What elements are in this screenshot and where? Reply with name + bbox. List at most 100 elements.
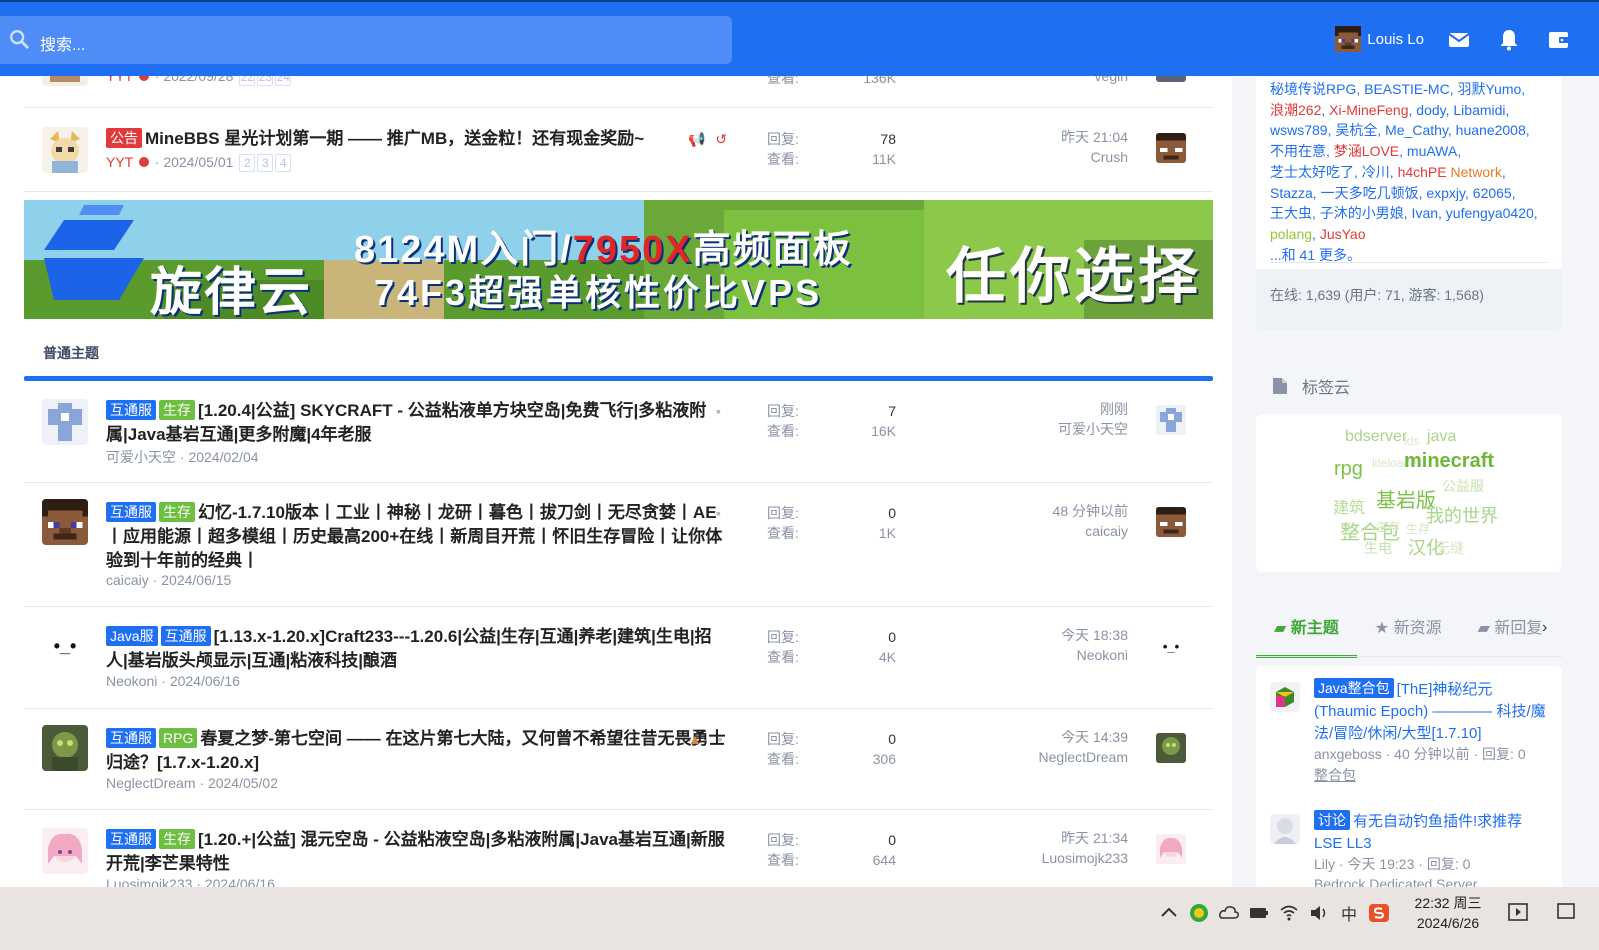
new-thread-item[interactable]: Java整合包 [ThE]神秘纪元 (Thaumic Epoch) ———— 科技… <box>1270 678 1550 798</box>
last-poster[interactable]: caicaiy <box>964 521 1128 541</box>
thread-prefix[interactable]: 互通服 <box>106 502 156 522</box>
member-link[interactable]: , dody, Libamidi, <box>1409 102 1510 118</box>
notification-icon[interactable] <box>1555 901 1577 923</box>
tag-link[interactable]: 公益服 <box>1442 476 1484 496</box>
speaker-icon[interactable] <box>1308 902 1330 924</box>
thread-title[interactable]: 互通服 生存 [1.20.4|公益] SKYCRAFT - 公益粘液单方块空岛|免费… <box>106 399 728 447</box>
user-menu[interactable]: Louis Lo <box>1335 26 1424 52</box>
tag-link[interactable]: bdserver <box>1345 428 1407 446</box>
member-link[interactable]: , <box>1502 164 1506 180</box>
member-link[interactable]: polang <box>1270 226 1312 242</box>
bell-icon[interactable] <box>1497 28 1521 52</box>
thread-prefix[interactable]: 讨论 <box>1314 810 1350 830</box>
last-poster-avatar[interactable] <box>1156 507 1186 537</box>
app-s-icon[interactable] <box>1368 902 1390 924</box>
thread-prefix[interactable]: RPG <box>159 728 198 748</box>
new-thread-title[interactable]: 讨论 有无自动钓鱼插件!求推荐LSE LL3 <box>1314 810 1550 855</box>
thread-title-text[interactable]: [1.20.4|公益] SKYCRAFT - 公益粘液单方块空岛|免费飞行|多粘… <box>106 401 706 444</box>
member-link[interactable]: wsws789, 吴杭全, Me_Cathy, huane2008, <box>1270 122 1530 138</box>
thread-avatar[interactable] <box>42 76 88 86</box>
last-poster-avatar[interactable] <box>1156 405 1186 435</box>
thread-title[interactable]: Java服 互通服 [1.13.x-1.20.x]Craft233---1.20.6… <box>106 625 728 673</box>
last-poster-avatar[interactable] <box>1156 76 1186 82</box>
member-link[interactable]: h4chPE <box>1398 164 1451 180</box>
tag-link[interactable]: 我的世界 <box>1426 502 1498 528</box>
member-link[interactable]: 梦涵LOVE <box>1334 143 1399 159</box>
mail-icon[interactable] <box>1447 28 1471 52</box>
tab-new-threads[interactable]: ▰ 新主题 <box>1256 606 1357 658</box>
thread-title[interactable]: 互通服 生存 幻忆-1.7.10版本丨工业丨神秘丨龙研丨暮色丨拔刀剑丨无尽贪婪丨AE… <box>106 501 728 573</box>
tag-link[interactable]: lds <box>1404 434 1419 448</box>
thread-prefix[interactable]: 互通服 <box>106 829 156 849</box>
member-link[interactable]: BEASTIE-MC, <box>1364 81 1457 97</box>
thread-prefix[interactable]: 互通服 <box>160 626 211 646</box>
tag-link[interactable]: 建筑 <box>1333 494 1365 518</box>
member-link[interactable]: 浪潮262 <box>1270 102 1321 118</box>
tag-link[interactable]: 生存 <box>1376 518 1400 535</box>
thread-author[interactable]: YYT <box>106 76 133 84</box>
page-link[interactable]: 23 <box>257 76 274 86</box>
thread-row[interactable]: 互通服 RPG 春夏之梦-第七空间 —— 在这片第七大陆，又何曾不希望往昔无畏勇士归… <box>24 709 1213 810</box>
ad-banner[interactable]: 旋律云 8124M入门/7950X高频面板 74F3超强单核性价比VPS 任你选… <box>24 200 1213 319</box>
page-link[interactable]: 4 <box>275 154 292 172</box>
last-poster[interactable]: Crush <box>964 147 1128 167</box>
new-thread-title[interactable]: Java整合包 [ThE]神秘纪元 (Thaumic Epoch) ———— 科技… <box>1314 678 1550 745</box>
thread-title-text[interactable]: [1.20.+|公益] 混元空岛 - 公益粘液空岛|多粘液附属|Java基岩互通… <box>106 830 725 873</box>
page-link[interactable]: 2 <box>239 154 256 172</box>
member-link[interactable]: 芝士太好吃了, 冷川, <box>1270 164 1398 180</box>
thread-prefix[interactable]: 互通服 <box>106 400 156 420</box>
forum-link[interactable]: Bedrock Dedicated Server <box>1314 876 1477 887</box>
thread-row[interactable]: •_• Java服 互通服 [1.13.x-1.20.x]Craft233---1.… <box>24 607 1213 709</box>
member-link[interactable]: Network <box>1451 164 1502 180</box>
last-poster-avatar[interactable] <box>1156 133 1186 163</box>
thread-row[interactable]: 互通服 生存 幻忆-1.7.10版本丨工业丨神秘丨龙研丨暮色丨拔刀剑丨无尽贪婪丨AE… <box>24 483 1213 607</box>
page-link[interactable]: 22 <box>239 76 256 86</box>
thread-title-text[interactable]: MineBBS 星光计划第一期 —— 推广MB，送金粒！还有现金奖励~ <box>145 129 644 148</box>
thread-title[interactable]: 互通服 RPG 春夏之梦-第七空间 —— 在这片第七大陆，又何曾不希望往昔无畏勇士归… <box>106 727 728 775</box>
tag-link[interactable]: rpg <box>1334 458 1363 481</box>
last-poster[interactable]: NeglectDream <box>964 747 1128 767</box>
thread-author[interactable]: caicaiy <box>106 572 149 588</box>
thread-avatar[interactable] <box>42 725 88 771</box>
last-post-time[interactable]: 今天 14:39 <box>964 727 1128 747</box>
member-link[interactable]: , <box>1312 226 1320 242</box>
ime-indicator[interactable]: 中 <box>1338 901 1360 925</box>
last-poster[interactable]: 可爱小天空 <box>964 419 1128 439</box>
tag-link[interactable]: 无缝 <box>1436 538 1464 558</box>
last-post-time[interactable]: 昨天 21:04 <box>964 127 1128 147</box>
app-tray-icon[interactable] <box>1188 902 1210 924</box>
thread-title[interactable]: 公告 MineBBS 星光计划第一期 —— 推广MB，送金粒！还有现金奖励~ <box>106 127 728 151</box>
thread-author[interactable]: Luosimojk233 <box>106 876 192 887</box>
thread-prefix[interactable]: Java整合包 <box>1314 678 1394 698</box>
member-link[interactable]: 不用在意, <box>1270 143 1334 159</box>
tag-link[interactable]: java <box>1427 428 1456 446</box>
thread-title-text[interactable]: 幻忆-1.7.10版本丨工业丨神秘丨龙研丨暮色丨拔刀剑丨无尽贪婪丨AE丨应用能源… <box>106 503 722 570</box>
wallet-icon[interactable] <box>1547 28 1571 52</box>
thread-prefix[interactable]: 公告 <box>106 128 142 148</box>
member-link[interactable]: Xi-MineFeng <box>1329 102 1408 118</box>
member-link[interactable]: 王大虫, 子沐的小男娘, Ivan, yufengya0420, <box>1270 205 1538 221</box>
last-post-time[interactable]: 刚刚 <box>964 399 1128 419</box>
wifi-icon[interactable] <box>1278 902 1300 924</box>
thread-row[interactable]: 互通服 生存 [1.20.+|公益] 混元空岛 - 公益粘液空岛|多粘液附属|Jav… <box>24 810 1213 887</box>
last-post-time[interactable]: 48 分钟以前 <box>964 501 1128 521</box>
last-poster[interactable]: vegin <box>964 76 1128 86</box>
thread-title[interactable]: 互通服 生存 [1.20.+|公益] 混元空岛 - 公益粘液空岛|多粘液附属|Jav… <box>106 828 728 876</box>
thread-prefix[interactable]: 生存 <box>159 400 195 420</box>
thread-author[interactable]: NeglectDream <box>106 775 195 791</box>
last-post-time[interactable]: 今天 18:38 <box>964 625 1128 645</box>
tag-link[interactable]: minecraft <box>1404 450 1494 473</box>
tab-new-replies[interactable]: ▰ 新回复 <box>1460 606 1543 658</box>
thread-avatar[interactable]: •_• <box>42 623 88 669</box>
thread-avatar[interactable] <box>42 127 88 173</box>
page-link[interactable]: 3 <box>257 154 274 172</box>
thread-avatar[interactable] <box>1270 682 1300 712</box>
thread-prefix[interactable]: 生存 <box>159 502 195 522</box>
member-link[interactable]: , <box>1321 102 1329 118</box>
media-icon[interactable] <box>1507 901 1529 923</box>
member-link[interactable]: 秘境传说RPG, <box>1270 81 1364 97</box>
thread-author[interactable]: YYT <box>106 154 133 170</box>
thread-prefix[interactable]: Java服 <box>106 626 158 646</box>
tab-new-resources[interactable]: ★ 新资源 <box>1357 606 1460 658</box>
page-link[interactable]: 24 <box>275 76 292 86</box>
